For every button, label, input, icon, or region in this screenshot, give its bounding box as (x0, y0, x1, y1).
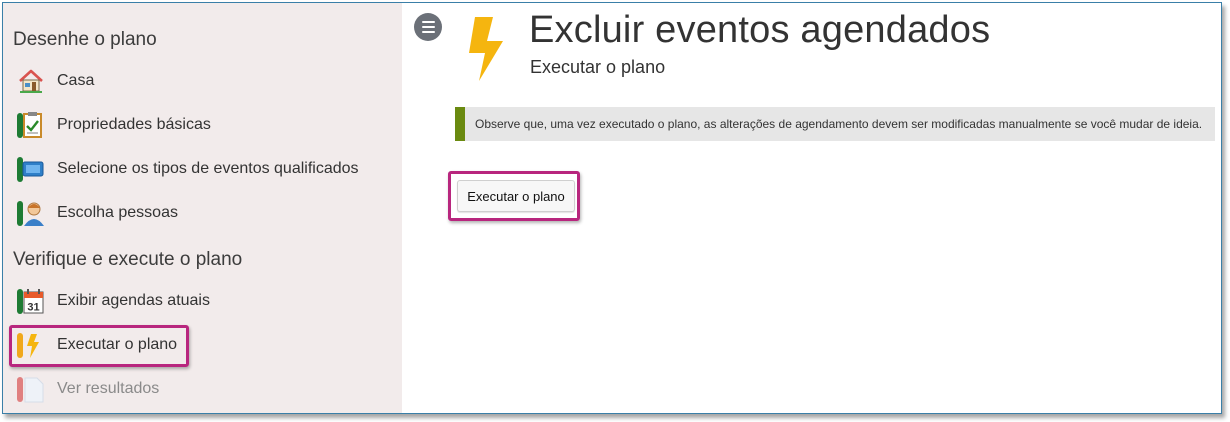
person-icon (17, 199, 45, 227)
hamburger-icon-line (421, 26, 435, 28)
home-icon (17, 67, 45, 95)
highlight-frame-sidebar (9, 325, 189, 367)
clipboard-check-icon (17, 111, 45, 139)
monitor-icon (17, 155, 45, 183)
sidebar-item-label: Propriedades básicas (57, 116, 211, 133)
highlight-frame-button: Executar o plano (448, 171, 580, 221)
hamburger-icon-line (421, 31, 435, 33)
app-window: Desenhe o plano Casa Propriedades básica… (2, 2, 1222, 414)
sidebar-item-view-results[interactable]: Ver resultados (17, 372, 377, 406)
lightning-icon (465, 15, 509, 83)
document-icon (17, 375, 45, 403)
sidebar-item-label: Selecione os tipos de eventos qualificad… (57, 160, 359, 177)
page-title: Excluir eventos agendados (529, 9, 991, 51)
sidebar-item-label: Ver resultados (57, 380, 160, 397)
calendar-icon: 31 (17, 287, 45, 315)
calendar-day-text: 31 (27, 302, 39, 314)
run-plan-button[interactable]: Executar o plano (457, 180, 575, 212)
sidebar-item-label: Exibir agendas atuais (57, 292, 210, 309)
sidebar-item-basic-properties[interactable]: Propriedades básicas (17, 108, 377, 142)
section-title-verify: Verifique e execute o plano (13, 249, 243, 270)
sidebar-item-label: Casa (57, 72, 95, 89)
sidebar: Desenhe o plano Casa Propriedades básica… (3, 3, 402, 413)
hamburger-icon-line (421, 21, 435, 23)
notice-text: Observe que, uma vez executado o plano, … (475, 117, 1203, 131)
page-subtitle: Executar o plano (530, 57, 666, 77)
section-title-design: Desenhe o plano (13, 29, 157, 50)
sidebar-item-event-types[interactable]: Selecione os tipos de eventos qualificad… (17, 152, 377, 186)
sidebar-item-choose-people[interactable]: Escolha pessoas (17, 196, 377, 230)
sidebar-item-view-schedules[interactable]: 31 Exibir agendas atuais (17, 284, 377, 318)
notice-banner: Observe que, uma vez executado o plano, … (455, 107, 1215, 141)
sidebar-item-home[interactable]: Casa (17, 64, 377, 98)
menu-toggle-button[interactable] (414, 13, 442, 41)
sidebar-item-label: Escolha pessoas (57, 204, 178, 221)
